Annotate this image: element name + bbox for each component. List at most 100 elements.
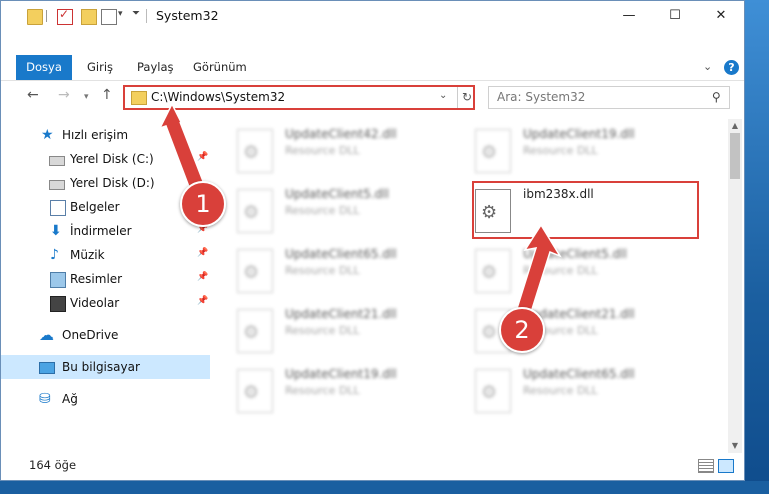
toolbar-separator <box>46 10 47 22</box>
sidebar-item-label: Yerel Disk (C:) <box>70 152 154 166</box>
highlight-box <box>472 181 699 239</box>
network-icon: ⛁ <box>39 391 51 407</box>
videos-icon <box>50 296 66 312</box>
address-path[interactable]: C:\Windows\System32 <box>151 90 285 104</box>
downloads-icon: ⬇ <box>50 223 62 239</box>
dll-file-icon <box>475 369 511 413</box>
drive-icon <box>49 156 65 166</box>
file-name: UpdateClient65.dll <box>285 247 397 261</box>
navigation-pane: ★ Hızlı erişim Yerel Disk (C:) 📌 Yerel D… <box>1 119 210 449</box>
sidebar-item-label: İndirmeler <box>70 224 132 238</box>
file-list: UpdateClient42.dll Resource DLL UpdateCl… <box>223 119 723 449</box>
close-button[interactable]: ✕ <box>698 1 744 31</box>
step-2-badge: 2 <box>499 307 545 353</box>
file-item[interactable]: UpdateClient65.dll Resource DLL <box>475 363 705 419</box>
customize-toolbar-icon[interactable]: ⏷ <box>132 8 140 19</box>
sidebar-item-local-disk-c[interactable]: Yerel Disk (C:) 📌 <box>1 147 210 171</box>
file-item[interactable]: UpdateClient5.dll Resource DLL <box>237 183 467 239</box>
desktop-background <box>745 0 769 494</box>
music-icon: ♪ <box>50 247 59 263</box>
sidebar-item-documents[interactable]: Belgeler <box>1 195 210 219</box>
pin-icon[interactable]: 📌 <box>197 152 208 162</box>
vertical-scrollbar[interactable]: ▲ ▼ <box>728 119 742 453</box>
tiles-view-icon[interactable] <box>718 459 734 473</box>
details-view-icon[interactable] <box>698 459 714 473</box>
sidebar-item-label: Yerel Disk (D:) <box>70 176 155 190</box>
drive-icon <box>49 180 65 190</box>
file-type: Resource DLL <box>523 384 598 397</box>
onedrive-icon: ☁ <box>39 326 54 344</box>
file-type: Resource DLL <box>523 264 598 277</box>
file-name: UpdateClient65.dll <box>523 367 635 381</box>
folder-icon <box>131 91 147 105</box>
up-arrow-icon[interactable]: ↑ <box>101 87 113 103</box>
scroll-down-icon[interactable]: ▼ <box>728 439 742 453</box>
scroll-up-icon[interactable]: ▲ <box>728 119 742 133</box>
sidebar-item-onedrive[interactable]: ☁ OneDrive <box>1 323 210 347</box>
scroll-thumb[interactable] <box>730 133 740 179</box>
pin-icon[interactable]: 📌 <box>197 272 208 282</box>
sidebar-item-pictures[interactable]: Resimler 📌 <box>1 267 210 291</box>
sidebar-item-label: OneDrive <box>62 328 119 342</box>
new-folder-icon[interactable] <box>81 9 97 25</box>
dll-file-icon <box>237 249 273 293</box>
search-placeholder[interactable]: Ara: System32 <box>497 90 585 104</box>
sidebar-item-label: Bu bilgisayar <box>62 360 140 374</box>
dll-file-icon <box>475 249 511 293</box>
sidebar-item-label: Hızlı erişim <box>62 128 129 142</box>
dll-file-icon <box>475 129 511 173</box>
minimize-button[interactable]: — <box>606 1 652 31</box>
maximize-button[interactable]: ☐ <box>652 1 698 31</box>
search-box[interactable]: Ara: System32 ⚲ <box>488 86 730 109</box>
file-explorer-window: ▾ ⏷ System32 — ☐ ✕ Dosya Giriş Paylaş Gö… <box>0 0 745 481</box>
tab-dosya[interactable]: Dosya <box>16 55 72 80</box>
sidebar-item-downloads[interactable]: ⬇ İndirmeler 📌 <box>1 219 210 243</box>
tab-paylas[interactable]: Paylaş <box>137 55 174 80</box>
refresh-icon[interactable]: ↻ <box>457 87 476 108</box>
file-type: Resource DLL <box>523 144 598 157</box>
properties-icon[interactable] <box>101 9 117 25</box>
sidebar-item-quick-access[interactable]: ★ Hızlı erişim <box>1 123 210 147</box>
sidebar-item-this-pc[interactable]: Bu bilgisayar <box>1 355 210 379</box>
pictures-icon <box>50 272 66 288</box>
sidebar-item-music[interactable]: ♪ Müzik 📌 <box>1 243 210 267</box>
tab-gorunum[interactable]: Görünüm <box>193 55 247 80</box>
file-type: Resource DLL <box>285 324 360 337</box>
step-1-badge: 1 <box>180 181 226 227</box>
sidebar-item-videos[interactable]: Videolar 📌 <box>1 291 210 315</box>
file-name: UpdateClient42.dll <box>285 127 397 141</box>
file-name: UpdateClient5.dll <box>285 187 389 201</box>
expand-ribbon-icon[interactable]: ⌄ <box>703 60 712 73</box>
file-item[interactable]: UpdateClient65.dll Resource DLL <box>237 243 467 299</box>
pin-icon[interactable]: 📌 <box>197 248 208 258</box>
sidebar-item-label: Resimler <box>70 272 123 286</box>
file-item[interactable]: UpdateClient21.dll Resource DLL <box>237 303 467 359</box>
back-arrow-icon[interactable]: ← <box>27 87 39 103</box>
file-item[interactable]: UpdateClient5.dll Resource DLL <box>475 243 705 299</box>
properties-check-icon[interactable] <box>57 7 73 25</box>
file-item[interactable]: UpdateClient19.dll Resource DLL <box>237 363 467 419</box>
dll-file-icon <box>237 129 273 173</box>
tab-giris[interactable]: Giriş <box>87 55 113 80</box>
file-item[interactable]: UpdateClient19.dll Resource DLL <box>475 123 705 179</box>
sidebar-item-network[interactable]: ⛁ Ağ <box>1 387 210 411</box>
status-item-count: 164 öğe <box>29 458 77 472</box>
pin-icon[interactable]: 📌 <box>197 296 208 306</box>
address-bar[interactable]: C:\Windows\System32 ⌄ ↻ <box>123 85 475 110</box>
file-item[interactable]: UpdateClient42.dll Resource DLL <box>237 123 467 179</box>
help-button[interactable]: ? <box>724 60 739 75</box>
file-name: UpdateClient19.dll <box>285 367 397 381</box>
recent-locations-icon[interactable]: ▾ <box>84 92 89 102</box>
file-type: Resource DLL <box>285 264 360 277</box>
address-dropdown-icon[interactable]: ⌄ <box>439 90 447 101</box>
file-type: Resource DLL <box>285 144 360 157</box>
sidebar-item-local-disk-d[interactable]: Yerel Disk (D:) <box>1 171 210 195</box>
forward-arrow-icon[interactable]: → <box>58 87 70 103</box>
window-title: System32 <box>156 8 219 23</box>
documents-icon <box>50 200 66 216</box>
dll-file-icon <box>237 309 273 353</box>
sidebar-item-label: Belgeler <box>70 200 120 214</box>
sidebar-item-label: Müzik <box>70 248 105 262</box>
this-pc-icon <box>39 362 55 374</box>
chevron-down-icon[interactable]: ▾ <box>118 9 123 19</box>
